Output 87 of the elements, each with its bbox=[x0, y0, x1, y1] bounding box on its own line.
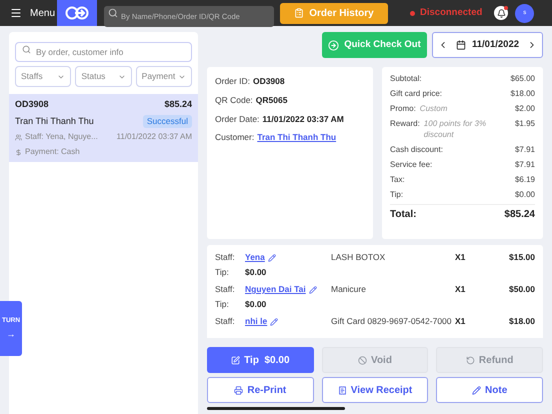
action-button[interactable]: Re-Print bbox=[207, 377, 314, 403]
customer-name: Tran Thi Thanh Thu bbox=[15, 114, 94, 128]
connection-status: Disconnected bbox=[420, 6, 482, 20]
action-button[interactable]: View Receipt bbox=[322, 377, 428, 403]
order-search-field[interactable]: By order, customer info bbox=[15, 42, 192, 62]
item-price: $15.00 bbox=[508, 252, 535, 263]
summary-value: $6.19 bbox=[514, 174, 535, 185]
staff-link[interactable]: nhi le bbox=[245, 316, 268, 327]
order-staff: Staff: Yena, Nguye... bbox=[25, 131, 98, 143]
date-picker[interactable]: 11/01/2022 bbox=[432, 32, 543, 58]
tip-label: Tip: bbox=[215, 267, 230, 278]
summary-value: $65.00 bbox=[510, 73, 535, 84]
action-icon bbox=[472, 386, 482, 394]
action-icon bbox=[358, 356, 368, 364]
action-icon bbox=[231, 356, 240, 364]
menu-button[interactable]: Menu bbox=[0, 6, 57, 20]
action-icon bbox=[466, 356, 475, 364]
status-badge: Successful bbox=[142, 114, 192, 128]
summary-label: Tip: bbox=[390, 189, 404, 200]
summary-value: $18.00 bbox=[510, 88, 535, 99]
notification-button[interactable] bbox=[494, 6, 508, 20]
filter-dropdown[interactable]: Status bbox=[75, 66, 132, 87]
info-label: Order Date: bbox=[215, 112, 260, 126]
logo-icon bbox=[65, 6, 89, 20]
summary-note: Custom bbox=[420, 103, 448, 114]
staff-link[interactable]: Yena bbox=[245, 252, 265, 263]
service-name: Manicure bbox=[331, 284, 367, 295]
summary-label: Cash discount: bbox=[390, 144, 443, 155]
filter-dropdown[interactable]: Payment bbox=[136, 66, 192, 87]
item-quantity: X1 bbox=[455, 284, 466, 295]
summary-value: $7.91 bbox=[514, 144, 535, 155]
summary-value: $1.95 bbox=[514, 118, 535, 130]
staff-link[interactable]: Nguyen Dai Tai bbox=[245, 284, 306, 295]
search-icon bbox=[22, 44, 31, 54]
tip-value: $0.00 bbox=[245, 267, 266, 278]
total-value: $85.24 bbox=[504, 208, 535, 221]
filter-dropdown[interactable]: Staffs bbox=[15, 66, 72, 87]
tip-label: Tip: bbox=[215, 299, 230, 310]
customer-link[interactable]: Tran Thi Thanh Thu bbox=[257, 131, 336, 144]
clipboard-icon bbox=[294, 8, 304, 18]
turn-arrow: → bbox=[6, 328, 16, 341]
action-button[interactable]: Tip $0.00 bbox=[207, 347, 314, 373]
staff-label: Staff: bbox=[215, 284, 236, 295]
info-value: OD3908 bbox=[252, 75, 285, 88]
order-id: OD3908 bbox=[15, 98, 49, 111]
item-price: $18.00 bbox=[508, 316, 535, 327]
date-label: 11/01/2022 bbox=[472, 38, 520, 52]
summary-label: Service fee: bbox=[390, 159, 432, 170]
search-icon bbox=[108, 8, 118, 18]
order-date: 11/01/2022 03:37 AM bbox=[116, 131, 192, 143]
item-price: $50.00 bbox=[508, 284, 535, 295]
action-icon bbox=[234, 386, 244, 394]
info-value: 11/01/2022 03:37 AM bbox=[262, 112, 344, 126]
service-name: LASH BOTOX bbox=[331, 252, 386, 263]
summary-label: Gift card price: bbox=[390, 88, 442, 99]
arrow-circle-icon bbox=[328, 40, 340, 50]
summary-value: $0.00 bbox=[514, 189, 535, 200]
summary-label: Subtotal: bbox=[390, 73, 422, 84]
item-quantity: X1 bbox=[455, 316, 466, 327]
item-quantity: X1 bbox=[455, 252, 466, 263]
staff-label: Staff: bbox=[215, 316, 236, 327]
order-payment: Payment: Cash bbox=[25, 146, 80, 158]
pencil-icon[interactable] bbox=[308, 286, 317, 294]
tip-value: $0.00 bbox=[245, 299, 266, 310]
order-total: $85.24 bbox=[164, 98, 192, 111]
info-label: QR Code: bbox=[215, 94, 253, 106]
summary-label: Promo: bbox=[390, 103, 416, 114]
info-label: Customer: bbox=[215, 131, 254, 144]
summary-note: 100 points for 3% discount bbox=[424, 118, 488, 140]
total-label: Total: bbox=[390, 208, 416, 221]
summary-label: Reward: bbox=[390, 118, 420, 130]
pencil-icon[interactable] bbox=[268, 254, 276, 262]
calendar-icon bbox=[456, 40, 466, 50]
action-icon bbox=[338, 386, 347, 394]
menu-icon bbox=[10, 7, 22, 19]
summary-value: $2.00 bbox=[514, 103, 535, 114]
info-value: QR5065 bbox=[256, 94, 288, 106]
info-label: Order ID: bbox=[215, 75, 250, 88]
pencil-icon[interactable] bbox=[270, 318, 278, 326]
dollar-icon bbox=[15, 148, 22, 156]
action-button[interactable]: Note bbox=[436, 377, 543, 403]
order-list-item[interactable]: OD3908 $85.24 Tran Thi Thanh Thu Successful Staff: Yena, Nguye... 11/01/2022 03:37 AM Payment: Cash bbox=[9, 94, 198, 162]
staff-label: Staff: bbox=[215, 252, 236, 263]
summary-value: $7.91 bbox=[514, 159, 535, 170]
summary-label: Tax: bbox=[390, 174, 405, 185]
staff-icon bbox=[15, 134, 22, 140]
service-name: Gift Card 0829-9697-0542-7000 bbox=[331, 316, 452, 327]
